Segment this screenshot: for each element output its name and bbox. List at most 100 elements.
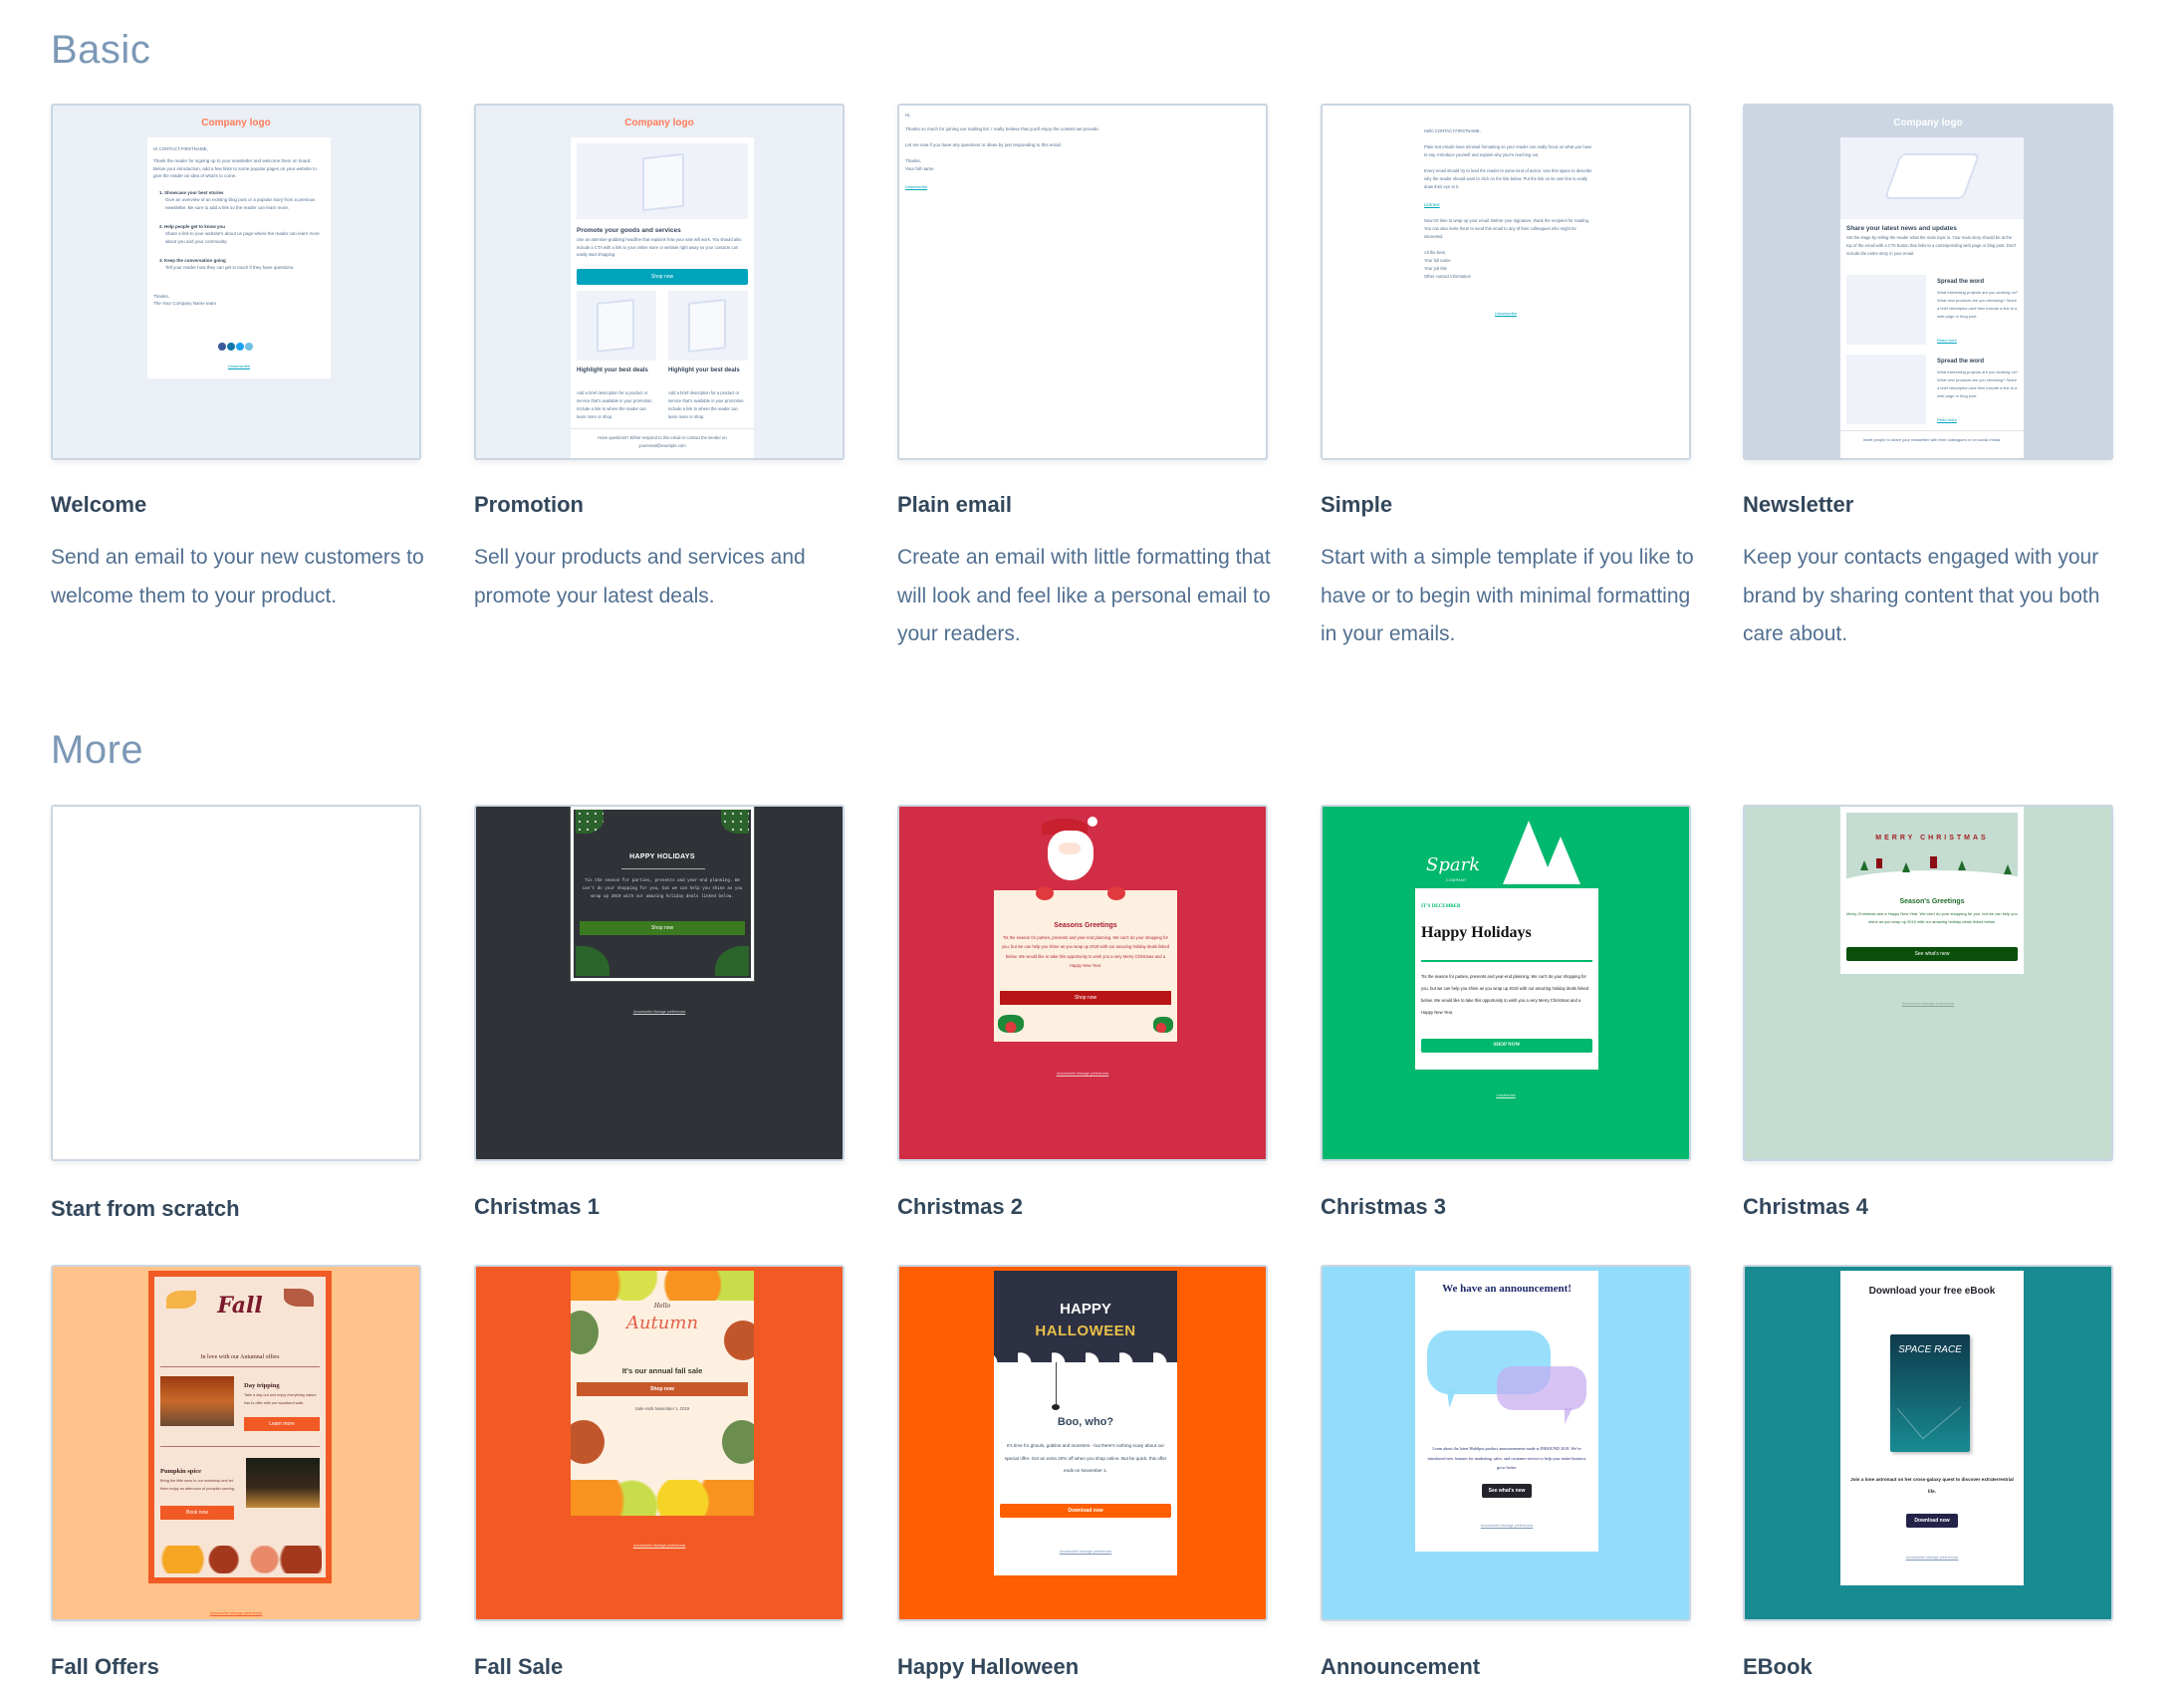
shop-now-button: SHOP NOW (1421, 1039, 1592, 1053)
company-logo: Company logo (624, 118, 694, 128)
leaf-decoration (722, 1420, 754, 1464)
template-card-christmas-4[interactable]: MERRY CHRISTMAS Season's Greetings Merry… (1743, 805, 2113, 1219)
template-thumbnail[interactable]: Company logo Promote your goods and serv… (474, 104, 845, 460)
template-card-christmas-3[interactable]: Spark COMPANY IT'S DECEMBER Happy Holida… (1321, 805, 1691, 1219)
template-name: Simple (1321, 492, 1393, 517)
template-thumbnail[interactable]: MERRY CHRISTMAS Season's Greetings Merry… (1743, 805, 2113, 1161)
template-description: Send an email to your new customers to w… (51, 546, 424, 607)
template-description: Sell your products and services and prom… (474, 546, 806, 607)
holly-icon (998, 1015, 1024, 1033)
template-thumbnail[interactable]: Seasons Greetings Tis the season for par… (897, 805, 1268, 1161)
template-card-simple[interactable]: Hello CONTACT.FIRSTNAME, Plain text emai… (1321, 104, 1694, 645)
template-name: Happy Halloween (897, 1654, 1080, 1679)
shop-now-button: Shop now (580, 921, 745, 935)
merry-christmas-banner: MERRY CHRISTMAS (1875, 835, 1989, 842)
linkedin-icon (227, 343, 235, 351)
template-thumbnail[interactable]: Company logo Share your latest news and … (1743, 104, 2113, 460)
template-card-christmas-1[interactable]: HAPPY HOLIDAYS Tis the season for partie… (474, 805, 845, 1219)
template-card-promotion[interactable]: Company logo Promote your goods and serv… (474, 104, 845, 607)
template-name: Christmas 4 (1743, 1194, 1868, 1219)
template-thumbnail[interactable]: Spark COMPANY IT'S DECEMBER Happy Holida… (1321, 805, 1691, 1161)
template-card-announcement[interactable]: We have an announcement! Learn about the… (1321, 1265, 1691, 1679)
leaf-decoration (571, 1420, 605, 1464)
template-thumbnail[interactable]: Hello CONTACT.FIRSTNAME, Plain text emai… (1321, 104, 1691, 460)
pine-branch-decoration (721, 810, 749, 834)
tree-icon (1958, 860, 1966, 870)
see-whats-new-button: See what's new (1846, 947, 2018, 961)
template-card-ebook[interactable]: Download your free eBook SPACE RACE Join… (1743, 1265, 2113, 1679)
template-thumbnail[interactable]: HAPPY HALLOWEEN Boo, who? It's time for … (897, 1265, 1268, 1621)
santa-icon (1048, 831, 1093, 880)
email-icon (245, 343, 253, 351)
leaf-decoration (571, 1271, 754, 1301)
template-thumbnail[interactable]: Company logo Hi CONTACT.FIRSTNAME, Thank… (51, 104, 421, 460)
template-name: Announcement (1321, 1654, 1481, 1679)
template-name: Christmas 2 (897, 1194, 1023, 1219)
cloud-decoration (994, 1348, 1177, 1378)
template-description: Create an email with little formatting t… (897, 546, 1271, 645)
brand-logo: Spark (1426, 854, 1481, 875)
pine-branch-decoration (715, 946, 749, 976)
autumn-road-photo (160, 1376, 234, 1426)
company-logo: Company logo (201, 118, 271, 128)
pine-branch-decoration (576, 946, 609, 976)
template-card-christmas-2[interactable]: Seasons Greetings Tis the season for par… (897, 805, 1268, 1219)
tree-icon (1541, 837, 1580, 884)
newspaper-icon (1883, 153, 1981, 199)
section-title-more: More (51, 728, 144, 772)
autumn-script-title: Autumn (625, 1313, 699, 1333)
facebook-icon (218, 343, 226, 351)
shopping-bag-icon (597, 299, 634, 353)
twitter-icon (236, 343, 244, 351)
holly-icon (1153, 1017, 1173, 1033)
template-card-welcome[interactable]: Company logo Hi CONTACT.FIRSTNAME, Thank… (51, 104, 424, 607)
section-title-basic: Basic (51, 28, 151, 72)
unsubscribe-link: Unsubscribe (905, 184, 928, 189)
template-thumbnail[interactable]: We have an announcement! Learn about the… (1321, 1265, 1691, 1621)
template-name: Welcome (51, 492, 147, 517)
template-card-start-from-scratch[interactable]: Start from scratch (51, 805, 421, 1221)
company-logo: Company logo (1893, 118, 1963, 128)
pumpkin-photo (246, 1458, 320, 1508)
template-name: Fall Sale (474, 1654, 564, 1679)
template-name: Fall Offers (51, 1654, 159, 1679)
template-description: Keep your contacts engaged with your bra… (1743, 546, 2100, 645)
template-description: Start with a simple template if you like… (1321, 546, 1694, 645)
shop-now-button: Shop now (577, 269, 748, 285)
tree-icon (2004, 864, 2012, 874)
template-card-happy-halloween[interactable]: HAPPY HALLOWEEN Boo, who? It's time for … (897, 1265, 1268, 1679)
constellation-icon (1896, 1376, 1962, 1440)
house-icon (1876, 858, 1882, 868)
house-icon (1930, 856, 1937, 868)
template-card-fall-offers[interactable]: Fall In love with our Autumnal offers Da… (51, 1265, 421, 1679)
template-name: Start from scratch (51, 1196, 240, 1221)
shopping-bag-icon (642, 152, 684, 212)
template-card-newsletter[interactable]: Company logo Share your latest news and … (1743, 104, 2113, 645)
leaf-decoration (158, 1546, 322, 1573)
template-name: Newsletter (1743, 492, 1854, 517)
template-thumbnail[interactable]: Hello Autumn It's our annual fall sale S… (474, 1265, 845, 1621)
unsubscribe-link: Unsubscribe (227, 363, 251, 368)
spider-icon (1052, 1404, 1060, 1410)
shop-now-button: Shop now (1000, 991, 1171, 1005)
leaf-decoration (571, 1480, 754, 1516)
template-thumbnail[interactable]: Hi, Thanks so much for joining our maili… (897, 104, 1268, 460)
template-card-fall-sale[interactable]: Hello Autumn It's our annual fall sale S… (474, 1265, 845, 1679)
leaf-decoration (166, 1291, 196, 1309)
template-name: Promotion (474, 492, 584, 517)
leaf-decoration (284, 1289, 314, 1307)
template-thumbnail[interactable]: Fall In love with our Autumnal offers Da… (51, 1265, 421, 1621)
shopping-bag-icon (688, 299, 726, 353)
speech-bubble-icon (1497, 1366, 1586, 1410)
pine-branch-decoration (576, 810, 604, 834)
shop-now-button: Shop now (577, 1382, 748, 1396)
download-now-button: Download now (1906, 1514, 1958, 1528)
download-now-button: Download now (1000, 1504, 1171, 1518)
template-thumbnail[interactable]: Download your free eBook SPACE RACE Join… (1743, 1265, 2113, 1621)
template-card-plain-email[interactable]: Hi, Thanks so much for joining our maili… (897, 104, 1271, 645)
tree-icon (1902, 862, 1910, 872)
tree-icon (1860, 860, 1868, 870)
template-thumbnail[interactable] (51, 805, 421, 1161)
template-thumbnail[interactable]: HAPPY HOLIDAYS Tis the season for partie… (474, 805, 845, 1161)
template-name: EBook (1743, 1654, 1813, 1679)
